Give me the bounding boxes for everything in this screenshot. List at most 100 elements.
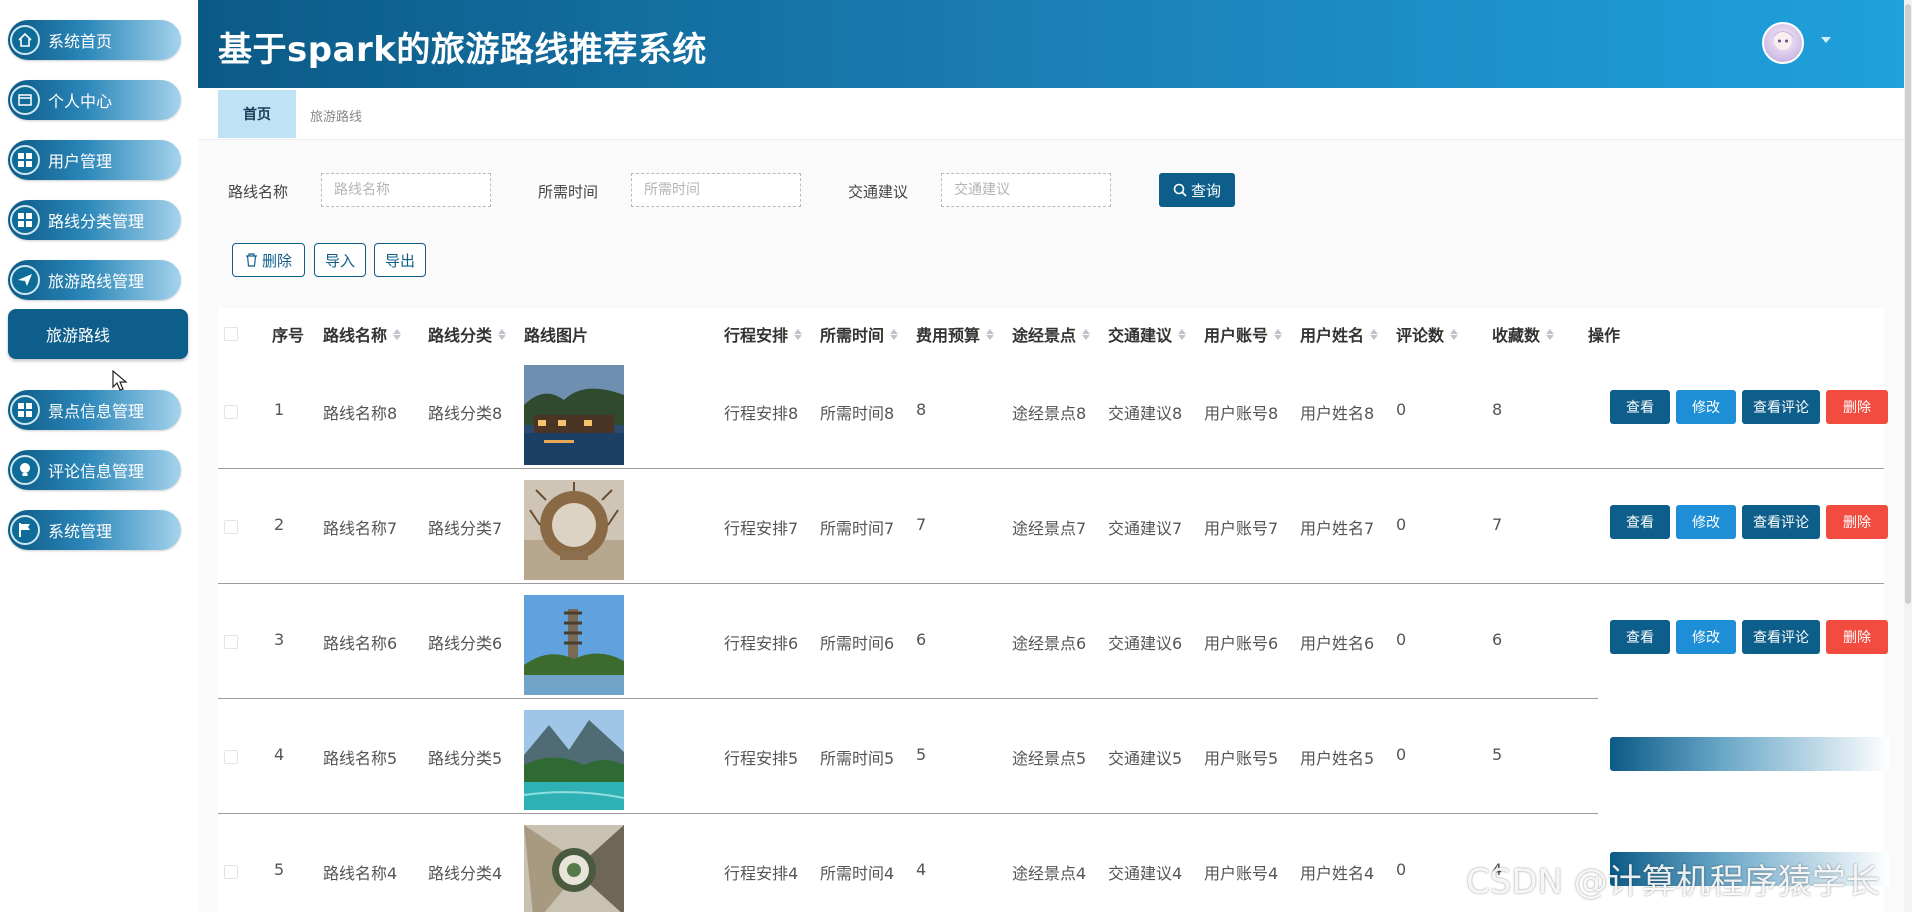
cell-required-time: 所需时间7 [820, 519, 895, 538]
cell-budget: 8 [916, 400, 927, 419]
select-all-checkbox[interactable] [224, 327, 238, 341]
traffic-advice-input[interactable] [941, 173, 1111, 207]
delete-row-button[interactable]: 删除 [1826, 505, 1888, 539]
cell-favorites: 5 [1492, 745, 1503, 764]
header-favorites[interactable]: 收藏数 [1492, 322, 1555, 346]
vertical-scrollbar[interactable] [1904, 0, 1912, 912]
header-username[interactable]: 用户姓名 [1300, 322, 1379, 346]
sidebar-item-profile[interactable]: 个人中心 [8, 80, 181, 120]
cell-comments: 0 [1396, 630, 1407, 649]
export-button[interactable]: 导出 [374, 243, 426, 277]
cell-route-category: 路线分类8 [428, 404, 503, 423]
sidebar-item-label: 系统管理 [48, 522, 113, 541]
header-budget[interactable]: 费用预算 [916, 322, 995, 346]
traffic-advice-label: 交通建议 [848, 183, 909, 201]
breadcrumb-current: 旅游路线 [310, 110, 363, 125]
main-content: 路线名称 所需时间 交通建议 查询 删除 导入 导出 序号 路线名称 路线分类 … [198, 140, 1904, 912]
sidebar-item-route-category[interactable]: 路线分类管理 [8, 200, 181, 240]
caret-down-icon[interactable] [1820, 36, 1832, 44]
sidebar-subitem-label: 旅游路线 [46, 326, 111, 345]
query-button[interactable]: 查询 [1159, 173, 1235, 207]
import-button-label: 导入 [324, 251, 355, 270]
cell-spots: 途经景点6 [1012, 634, 1087, 653]
breadcrumb-home[interactable]: 首页 [218, 90, 296, 138]
row-checkbox[interactable] [224, 750, 238, 764]
sidebar-item-attractions[interactable]: 景点信息管理 [8, 390, 181, 430]
delete-row-button[interactable]: 删除 [1826, 390, 1888, 424]
delete-button[interactable]: 删除 [232, 243, 305, 277]
cell-required-time: 所需时间6 [820, 634, 895, 653]
cell-schedule: 行程安排8 [724, 404, 799, 423]
view-comments-button[interactable]: 查看评论 [1742, 620, 1820, 654]
cell-spots: 途经景点7 [1012, 519, 1087, 538]
header-route-name[interactable]: 路线名称 [323, 322, 402, 346]
sidebar-item-users[interactable]: 用户管理 [8, 140, 181, 180]
delete-row-button[interactable]: 删除 [1826, 620, 1888, 654]
view-button[interactable]: 查看 [1610, 390, 1670, 424]
cell-traffic: 交通建议6 [1108, 634, 1183, 653]
row-checkbox[interactable] [224, 405, 238, 419]
cell-comments: 0 [1396, 745, 1407, 764]
edit-button[interactable]: 修改 [1676, 620, 1736, 654]
route-image [524, 365, 624, 465]
sidebar-item-comments[interactable]: 评论信息管理 [8, 450, 181, 490]
avatar[interactable] [1762, 22, 1804, 64]
route-image [524, 825, 624, 912]
header-spots[interactable]: 途经景点 [1012, 322, 1091, 346]
sort-icon [890, 328, 899, 340]
cell-schedule: 行程安排7 [724, 519, 799, 538]
header-traffic[interactable]: 交通建议 [1108, 322, 1187, 346]
cell-traffic: 交通建议5 [1108, 749, 1183, 768]
cell-route-category: 路线分类4 [428, 864, 503, 883]
paper-plane-icon [10, 265, 40, 295]
sidebar-item-route-management[interactable]: 旅游路线管理 [8, 260, 181, 300]
sidebar-item-system[interactable]: 系统管理 [8, 510, 181, 550]
view-button[interactable]: 查看 [1610, 620, 1670, 654]
sort-icon [1450, 328, 1459, 340]
sort-icon [1082, 328, 1091, 340]
sort-icon [794, 328, 803, 340]
header-comments[interactable]: 评论数 [1396, 322, 1459, 346]
cell-route-category: 路线分类7 [428, 519, 503, 538]
sidebar-item-label: 路线分类管理 [48, 212, 145, 231]
cell-username: 用户姓名7 [1300, 519, 1375, 538]
scrollbar-thumb[interactable] [1905, 4, 1911, 604]
table-row: 3 路线名称6 路线分类6 行程安排6 所需时间6 6 途经景点6 交通建议6 … [218, 584, 1888, 699]
sidebar-subitem-routes[interactable]: 旅游路线 [8, 309, 188, 359]
edit-button[interactable]: 修改 [1676, 505, 1736, 539]
breadcrumb: 首页 旅游路线 [198, 88, 1904, 140]
delete-button-label: 删除 [261, 251, 292, 270]
row-checkbox[interactable] [224, 865, 238, 879]
header-account[interactable]: 用户账号 [1204, 322, 1283, 346]
cell-budget: 7 [916, 515, 927, 534]
cell-route-name: 路线名称5 [323, 749, 398, 768]
cell-account: 用户账号4 [1204, 864, 1279, 883]
required-time-input[interactable] [631, 173, 801, 207]
import-button[interactable]: 导入 [314, 243, 366, 277]
cell-index: 3 [274, 630, 285, 649]
routes-table: 序号 路线名称 路线分类 路线图片 行程安排 所需时间 费用预算 途经景点 交通… [218, 308, 1890, 912]
header-route-category[interactable]: 路线分类 [428, 322, 507, 346]
search-icon [1173, 183, 1187, 197]
export-button-label: 导出 [384, 251, 415, 270]
edit-button[interactable]: 修改 [1676, 390, 1736, 424]
grid-icon [10, 395, 40, 425]
header-schedule[interactable]: 行程安排 [724, 322, 803, 346]
cell-route-name: 路线名称6 [323, 634, 398, 653]
view-comments-button[interactable]: 查看评论 [1742, 505, 1820, 539]
cell-index: 2 [274, 515, 285, 534]
cell-comments: 0 [1396, 400, 1407, 419]
cell-route-category: 路线分类5 [428, 749, 503, 768]
cell-budget: 4 [916, 860, 927, 879]
cell-username: 用户姓名8 [1300, 404, 1375, 423]
row-checkbox[interactable] [224, 635, 238, 649]
sidebar-item-home[interactable]: 系统首页 [8, 20, 181, 60]
sidebar-item-label: 用户管理 [48, 152, 113, 171]
header-required-time[interactable]: 所需时间 [820, 322, 899, 346]
route-name-input[interactable] [321, 173, 491, 207]
view-button[interactable]: 查看 [1610, 505, 1670, 539]
row-checkbox[interactable] [224, 520, 238, 534]
view-comments-button[interactable]: 查看评论 [1742, 390, 1820, 424]
id-card-icon [10, 85, 40, 115]
table-row: 1 路线名称8 路线分类8 行程安排8 所需时间8 8 途经景点8 交通建议8 … [218, 354, 1888, 469]
